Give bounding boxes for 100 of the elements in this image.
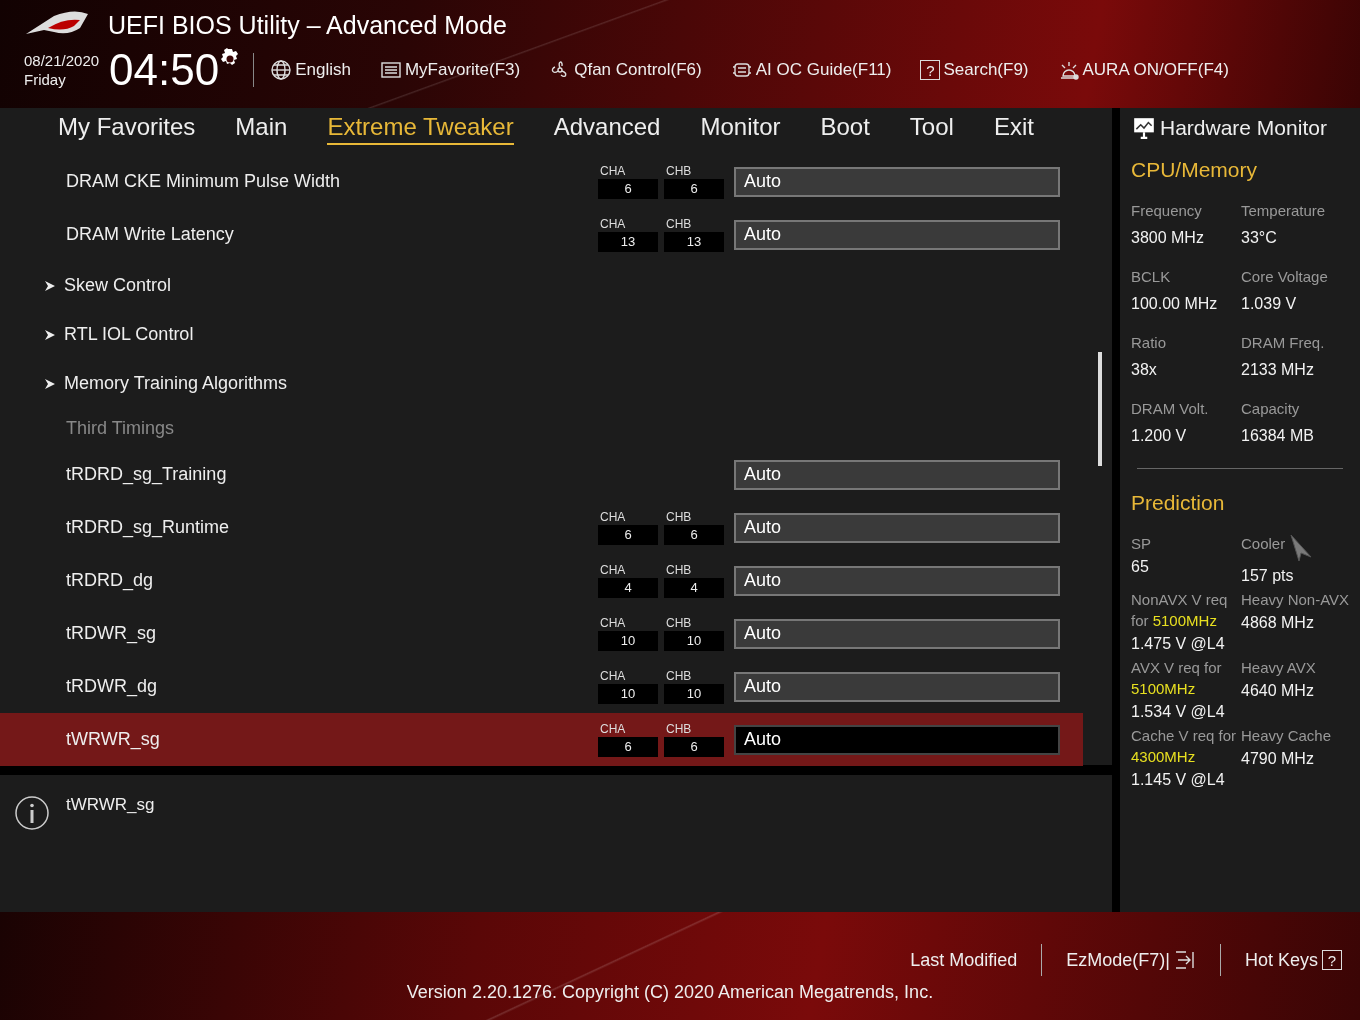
version-text: Version 2.20.1276. Copyright (C) 2020 American Megatrends, Inc. (406, 982, 934, 1003)
globe-icon (270, 59, 293, 81)
list-icon (379, 59, 402, 81)
setting-label: tRDRD_sg_Training (66, 464, 228, 485)
toolbar-button[interactable]: Qfan Control(F6) (549, 59, 702, 81)
stat-label: Cooler (1241, 534, 1286, 554)
channel-value: 10 (664, 684, 724, 704)
setting-row[interactable]: tRDRD_dg CHA 4 CHB 4 Auto (0, 554, 1083, 607)
stat-label: AVX V req for 5100MHz (1131, 658, 1223, 699)
toolbar-button[interactable]: English (270, 59, 351, 81)
value-field[interactable]: Auto (734, 166, 1060, 197)
submenu-item[interactable]: Skew Control (64, 275, 596, 296)
channel-label: CHB (665, 164, 693, 179)
stat-value: 100.00 MHz (1131, 295, 1219, 313)
channel-label: CHB (665, 722, 693, 737)
value-field[interactable]: Auto (734, 618, 1060, 649)
setting-row[interactable]: tRDWR_sg CHA 10 CHB 10 Auto (0, 607, 1083, 660)
channel-label: CHA (599, 616, 627, 631)
setting-row[interactable]: DRAM CKE Minimum Pulse Width CHA 6 CHB 6 Auto (0, 155, 1083, 208)
stat-value: 1.145 V @L4 (1131, 771, 1226, 789)
channel-label: CHB (665, 510, 693, 525)
stat-label: Core Voltage (1241, 267, 1329, 287)
value-field[interactable]: Auto (734, 512, 1060, 543)
stat-value: 1.200 V (1131, 427, 1188, 445)
stat-value: 4640 MHz (1241, 682, 1315, 700)
menu-tab[interactable]: Advanced (553, 111, 661, 145)
value-field[interactable]: Auto (734, 459, 1060, 490)
stat-label: SP (1131, 534, 1152, 554)
stat-label: Cache V req for 4300MHz (1131, 726, 1238, 767)
clock-time: 04:50 (109, 46, 220, 94)
stat-value: 3800 MHz (1131, 229, 1205, 247)
setting-label: DRAM Write Latency (66, 224, 235, 245)
channel-value: 13 (664, 232, 724, 252)
channel-value: 6 (664, 525, 724, 545)
channel-value: 6 (598, 179, 658, 199)
toolbar-button[interactable]: MyFavorite(F3) (379, 59, 521, 81)
menu-tab[interactable]: Main (235, 111, 288, 145)
stat-value: 157 pts (1241, 567, 1295, 585)
toolbar-button[interactable]: AURA ON/OFF(F4) (1057, 59, 1229, 81)
setting-row[interactable]: tWRWR_sg CHA 6 CHB 6 Auto (0, 713, 1083, 766)
footer-button[interactable]: Last Modified (910, 949, 1018, 971)
arrow-icon (44, 279, 56, 292)
channel-label: CHA (599, 722, 627, 737)
menu-tab[interactable]: Exit (993, 111, 1034, 145)
stat-value: 65 (1131, 558, 1150, 576)
setting-label: tWRWR_sg (66, 729, 161, 750)
channel-value: 10 (598, 631, 658, 651)
menu-tab[interactable]: My Favorites (58, 111, 196, 145)
submenu-item[interactable]: Memory Training Algorithms (64, 373, 596, 394)
panel-title: Hardware Monitor (1160, 116, 1327, 140)
info-icon (14, 795, 50, 831)
menu-tab[interactable]: Monitor (700, 111, 781, 145)
channel-label: CHA (599, 510, 627, 525)
date-text: 08/21/2020 (24, 51, 100, 70)
section-heading: Third Timings (66, 417, 176, 439)
stat-value: 4868 MHz (1241, 614, 1315, 632)
channel-label: CHB (665, 616, 693, 631)
value-field[interactable]: Auto (734, 565, 1060, 596)
value-field[interactable]: Auto (734, 724, 1060, 755)
value-field[interactable]: Auto (734, 671, 1060, 702)
submenu-item[interactable]: RTL IOL Control (64, 324, 596, 345)
stat-label: Heavy AVX (1241, 658, 1317, 678)
stat-value: 4790 MHz (1241, 750, 1315, 768)
menu-tab[interactable]: Extreme Tweaker (327, 111, 514, 145)
menu-tab[interactable]: Boot (820, 111, 870, 145)
scrollbar[interactable] (1098, 352, 1102, 466)
menu-tab[interactable]: Tool (909, 111, 954, 145)
channel-label: CHA (599, 563, 627, 578)
arrow-icon (44, 328, 56, 341)
stat-value: 16384 MB (1241, 427, 1315, 445)
stat-label: Temperature (1241, 201, 1327, 221)
setting-row[interactable]: DRAM Write Latency CHA 13 CHB 13 Auto (0, 208, 1083, 261)
stat-label: Heavy Cache (1241, 726, 1333, 746)
setting-label: tRDWR_sg (66, 623, 157, 644)
channel-value: 6 (664, 737, 724, 757)
stat-label: DRAM Volt. (1131, 399, 1210, 419)
channel-value: 6 (598, 737, 658, 757)
value-field[interactable]: Auto (734, 219, 1060, 250)
setting-row[interactable]: tRDWR_dg CHA 10 CHB 10 Auto (0, 660, 1083, 713)
setting-row[interactable]: tRDRD_sg_Runtime CHA 6 CHB 6 Auto (0, 501, 1083, 554)
channel-label: CHA (599, 164, 627, 179)
stat-value: 2133 MHz (1241, 361, 1315, 379)
stat-label: NonAVX V req for 5100MHz (1131, 590, 1229, 631)
toolbar-button[interactable]: ? Search(F9) (920, 60, 1029, 80)
stat-value: 33°C (1241, 229, 1278, 247)
setting-label: DRAM CKE Minimum Pulse Width (66, 171, 342, 192)
arrow-icon (44, 377, 56, 390)
stat-value: 1.475 V @L4 (1131, 635, 1226, 653)
footer-button[interactable]: EzMode(F7)| (1066, 949, 1196, 971)
toolbar-button[interactable]: AI OC Guide(F11) (730, 59, 892, 81)
channel-label: CHB (665, 669, 693, 684)
footer-button[interactable]: Hot Keys ? (1244, 949, 1342, 971)
channel-label: CHB (665, 563, 693, 578)
help-text: tWRWR_sg (66, 795, 155, 816)
window-title: UEFI BIOS Utility – Advanced Mode (108, 10, 507, 40)
setting-row[interactable]: tRDRD_sg_Training Auto (0, 448, 1083, 501)
stat-value: 38x (1131, 361, 1158, 379)
setting-label: tRDRD_dg (66, 570, 155, 591)
stat-value: 1.534 V @L4 (1131, 703, 1226, 721)
channel-label: CHA (599, 669, 627, 684)
